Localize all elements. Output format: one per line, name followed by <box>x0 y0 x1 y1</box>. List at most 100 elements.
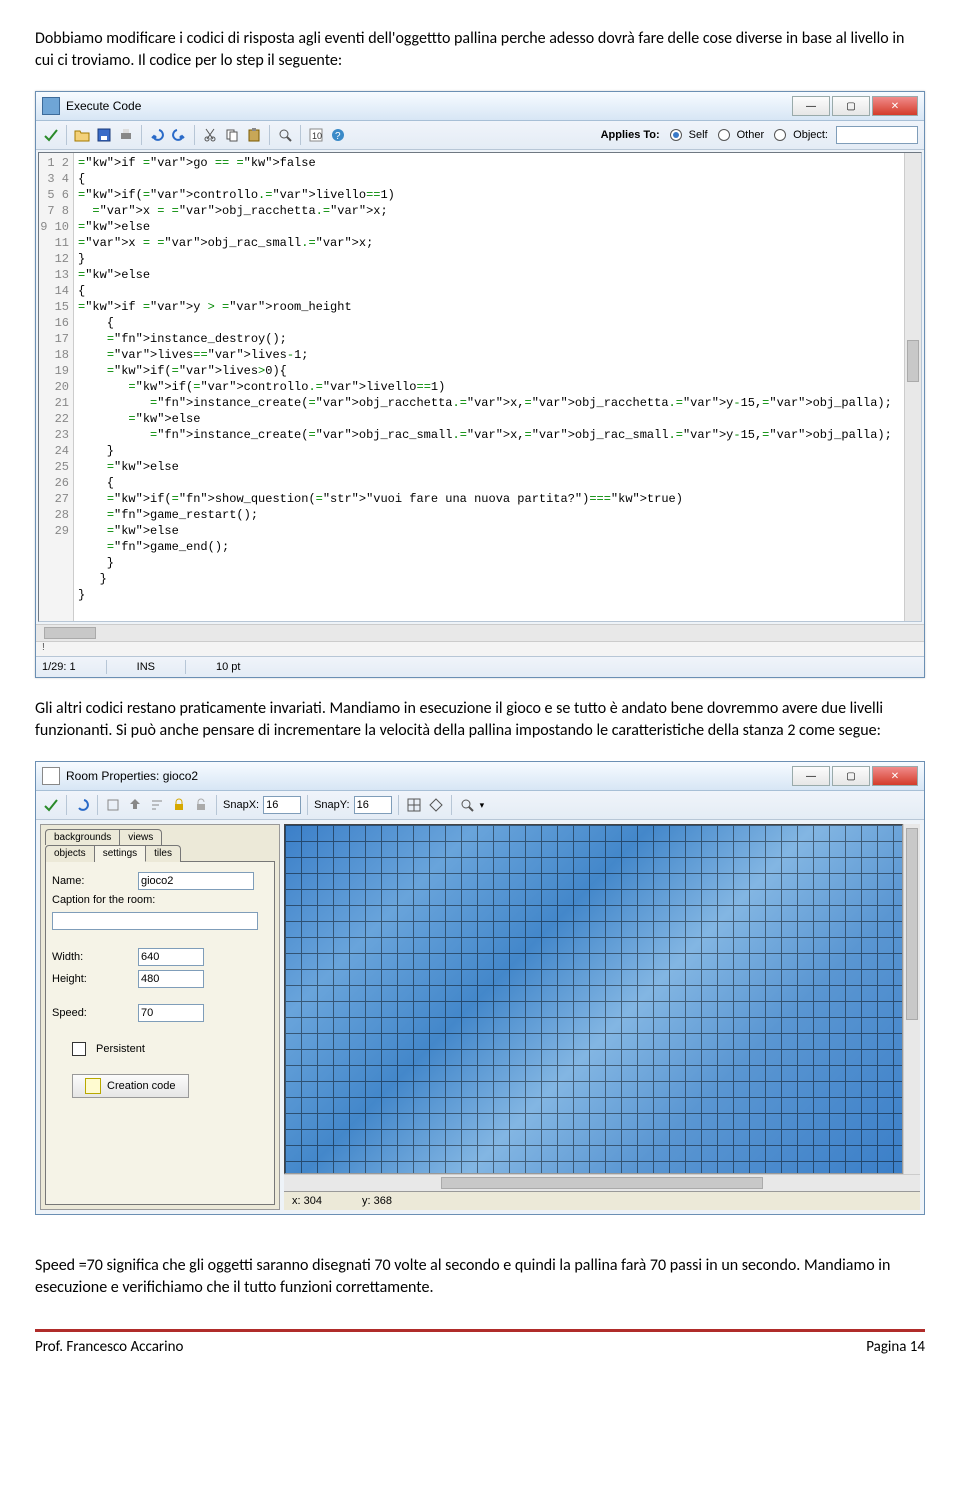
applies-other-radio[interactable] <box>718 129 730 141</box>
doc-paragraph-1: Dobbiamo modificare i codici di risposta… <box>35 28 925 71</box>
height-input[interactable] <box>138 970 204 988</box>
svg-text:10: 10 <box>312 131 322 141</box>
height-field: Height: <box>52 970 268 988</box>
speed-input[interactable] <box>138 1004 204 1022</box>
tab-backgrounds[interactable]: backgrounds <box>45 829 120 845</box>
status-position: 1/29: 1 <box>42 661 76 673</box>
status-pt: 10 pt <box>216 661 240 673</box>
find-icon[interactable] <box>276 126 294 144</box>
persistent-checkbox[interactable] <box>72 1042 86 1056</box>
minimize-button[interactable]: — <box>792 96 830 116</box>
room-canvas-area: x: 304 y: 368 <box>284 824 920 1210</box>
print-icon[interactable] <box>117 126 135 144</box>
snapx-label: SnapX: <box>223 799 259 811</box>
speed-field: Speed: <box>52 1004 268 1022</box>
shift-icon[interactable] <box>126 796 144 814</box>
unlock-icon[interactable] <box>192 796 210 814</box>
code-lines[interactable]: ="kw">if ="var">go == ="kw">false { ="kw… <box>74 153 904 621</box>
name-field: Name: <box>52 872 268 890</box>
sort-icon[interactable] <box>148 796 166 814</box>
zoom-icon[interactable] <box>458 796 476 814</box>
help-icon[interactable]: ? <box>329 126 347 144</box>
window-titlebar: Execute Code — ▢ ✕ <box>36 92 924 121</box>
cut-icon[interactable] <box>201 126 219 144</box>
window-title: Execute Code <box>66 99 141 113</box>
error-bar: ! <box>36 641 924 656</box>
name-label: Name: <box>52 875 132 887</box>
tab-objects[interactable]: objects <box>45 845 95 862</box>
line-gutter: 1 2 3 4 5 6 7 8 9 10 11 12 13 14 15 16 1… <box>39 153 74 621</box>
save-file-icon[interactable] <box>95 126 113 144</box>
creation-code-button[interactable]: Creation code <box>72 1074 189 1098</box>
persistent-field: Persistent <box>72 1042 268 1056</box>
height-label: Height: <box>52 973 132 985</box>
code-body: 1 2 3 4 5 6 7 8 9 10 11 12 13 14 15 16 1… <box>38 152 922 622</box>
vertical-scrollbar[interactable] <box>904 153 921 621</box>
horizontal-scrollbar[interactable] <box>36 624 924 641</box>
tab-views[interactable]: views <box>120 829 162 845</box>
paste-icon[interactable] <box>245 126 263 144</box>
toolbar-separator <box>194 125 195 145</box>
horizontal-scrollbar[interactable] <box>284 1174 920 1191</box>
width-input[interactable] <box>138 948 204 966</box>
toolbar-separator <box>307 795 308 815</box>
toolbar-separator <box>398 795 399 815</box>
iso-grid-icon[interactable] <box>427 796 445 814</box>
room-canvas[interactable] <box>284 824 903 1174</box>
applies-self-radio[interactable] <box>670 129 682 141</box>
confirm-icon[interactable] <box>42 126 60 144</box>
snapy-input[interactable] <box>354 796 392 814</box>
scroll-thumb[interactable] <box>441 1177 763 1189</box>
vertical-scrollbar[interactable] <box>903 824 920 1174</box>
editor-toolbar: 10 ? Applies To: Self Other Object: <box>36 121 924 150</box>
redo-icon[interactable] <box>170 126 188 144</box>
confirm-icon[interactable] <box>42 796 60 814</box>
status-separator <box>106 660 107 674</box>
copy-icon[interactable] <box>223 126 241 144</box>
grid-icon[interactable] <box>405 796 423 814</box>
applies-object-radio[interactable] <box>774 129 786 141</box>
window-titlebar: Room Properties: gioco2 — ▢ ✕ <box>36 762 924 791</box>
close-button[interactable]: ✕ <box>872 766 918 786</box>
status-ins: INS <box>137 661 155 673</box>
toolbar-separator <box>66 795 67 815</box>
open-file-icon[interactable] <box>73 126 91 144</box>
maximize-button[interactable]: ▢ <box>832 96 870 116</box>
scroll-thumb[interactable] <box>907 340 919 382</box>
room-toolbar: SnapX: SnapY: ▾ <box>36 791 924 820</box>
undo-icon[interactable] <box>148 126 166 144</box>
room-properties-window: Room Properties: gioco2 — ▢ ✕ SnapX: Sna… <box>35 761 925 1215</box>
applies-other-label: Other <box>737 129 765 141</box>
scroll-thumb[interactable] <box>44 627 96 639</box>
name-input[interactable] <box>138 872 254 890</box>
close-button[interactable]: ✕ <box>872 96 918 116</box>
svg-text:?: ? <box>335 131 341 142</box>
applies-self-label: Self <box>689 129 708 141</box>
script-icon <box>85 1078 101 1094</box>
clear-icon[interactable] <box>104 796 122 814</box>
zoom-dropdown-icon[interactable]: ▾ <box>480 800 485 811</box>
tab-settings[interactable]: settings <box>95 845 146 862</box>
lock-icon[interactable] <box>170 796 188 814</box>
room-canvas-scroll <box>284 824 920 1174</box>
caption-label: Caption for the room: <box>52 894 155 906</box>
settings-panel: Name: Caption for the room: Width: Heigh… <box>45 861 275 1205</box>
window-app-icon <box>42 767 60 785</box>
tab-tiles[interactable]: tiles <box>146 845 181 862</box>
tab-row-bottom: objects settings tiles <box>45 845 275 862</box>
caption-input[interactable] <box>52 912 258 930</box>
maximize-button[interactable]: ▢ <box>832 766 870 786</box>
applies-object-field[interactable] <box>836 126 918 144</box>
minimize-button[interactable]: — <box>792 766 830 786</box>
window-buttons: — ▢ ✕ <box>792 96 918 116</box>
status-separator <box>185 660 186 674</box>
snapx-input[interactable] <box>263 796 301 814</box>
scroll-thumb[interactable] <box>906 828 918 1020</box>
undo-icon[interactable] <box>73 796 91 814</box>
doc-paragraph-2: Gli altri codici restano praticamente in… <box>35 698 925 741</box>
toolbar-separator <box>451 795 452 815</box>
window-title: Room Properties: gioco2 <box>66 769 198 783</box>
check-syntax-icon[interactable]: 10 <box>307 126 325 144</box>
tab-row-top: backgrounds views <box>45 829 275 845</box>
toolbar-separator <box>269 125 270 145</box>
